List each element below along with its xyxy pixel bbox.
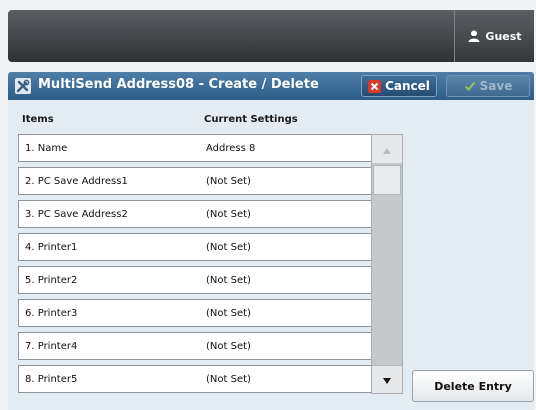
scroll-up-button[interactable] (372, 135, 402, 163)
item-value: (Not Set) (206, 209, 251, 220)
list-item[interactable]: 8. Printer5 (Not Set) (18, 365, 373, 393)
save-button[interactable]: Save (446, 75, 530, 97)
scrollbar[interactable] (371, 134, 403, 394)
guest-user-button[interactable]: Guest (454, 10, 534, 62)
cancel-button[interactable]: Cancel (361, 75, 437, 97)
triangle-up-icon (382, 140, 392, 159)
item-value: (Not Set) (206, 176, 251, 187)
list-item[interactable]: 1. Name Address 8 (18, 134, 373, 162)
list-item[interactable]: 7. Printer4 (Not Set) (18, 332, 373, 360)
item-value: (Not Set) (206, 374, 251, 385)
title-bar: MultiSend Address08 - Create / Delete Ca… (8, 72, 534, 100)
save-label: Save (479, 79, 513, 93)
list-item[interactable]: 2. PC Save Address1 (Not Set) (18, 167, 373, 195)
cancel-label: Cancel (385, 79, 430, 93)
delete-entry-button[interactable]: Delete Entry (412, 370, 534, 402)
list-item[interactable]: 4. Printer1 (Not Set) (18, 233, 373, 261)
item-value: Address 8 (206, 143, 256, 154)
checkmark-icon (464, 80, 476, 92)
scroll-thumb[interactable] (373, 165, 401, 195)
item-label: 5. Printer2 (25, 275, 78, 286)
item-value: (Not Set) (206, 275, 251, 286)
item-label: 8. Printer5 (25, 374, 78, 385)
list-item[interactable]: 6. Printer3 (Not Set) (18, 299, 373, 327)
tools-icon (14, 77, 32, 95)
triangle-down-icon (382, 370, 392, 389)
list-item[interactable]: 5. Printer2 (Not Set) (18, 266, 373, 294)
item-value: (Not Set) (206, 308, 251, 319)
item-value: (Not Set) (206, 242, 251, 253)
item-label: 7. Printer4 (25, 341, 78, 352)
item-label: 3. PC Save Address2 (25, 209, 128, 220)
settings-panel: Items Current Settings 1. Name Address 8… (8, 100, 534, 410)
list-item[interactable]: 3. PC Save Address2 (Not Set) (18, 200, 373, 228)
item-label: 6. Printer3 (25, 308, 78, 319)
user-icon (467, 29, 481, 43)
item-value: (Not Set) (206, 341, 251, 352)
top-status-bar: Guest (8, 10, 534, 62)
item-label: 4. Printer1 (25, 242, 78, 253)
user-label: Guest (485, 29, 522, 43)
scroll-down-button[interactable] (372, 365, 402, 393)
column-header-current-settings: Current Settings (204, 114, 298, 125)
column-header-items: Items (22, 114, 54, 125)
page-title: MultiSend Address08 - Create / Delete (38, 77, 319, 92)
cancel-x-icon (368, 79, 382, 93)
item-label: 2. PC Save Address1 (25, 176, 128, 187)
item-label: 1. Name (25, 143, 68, 154)
